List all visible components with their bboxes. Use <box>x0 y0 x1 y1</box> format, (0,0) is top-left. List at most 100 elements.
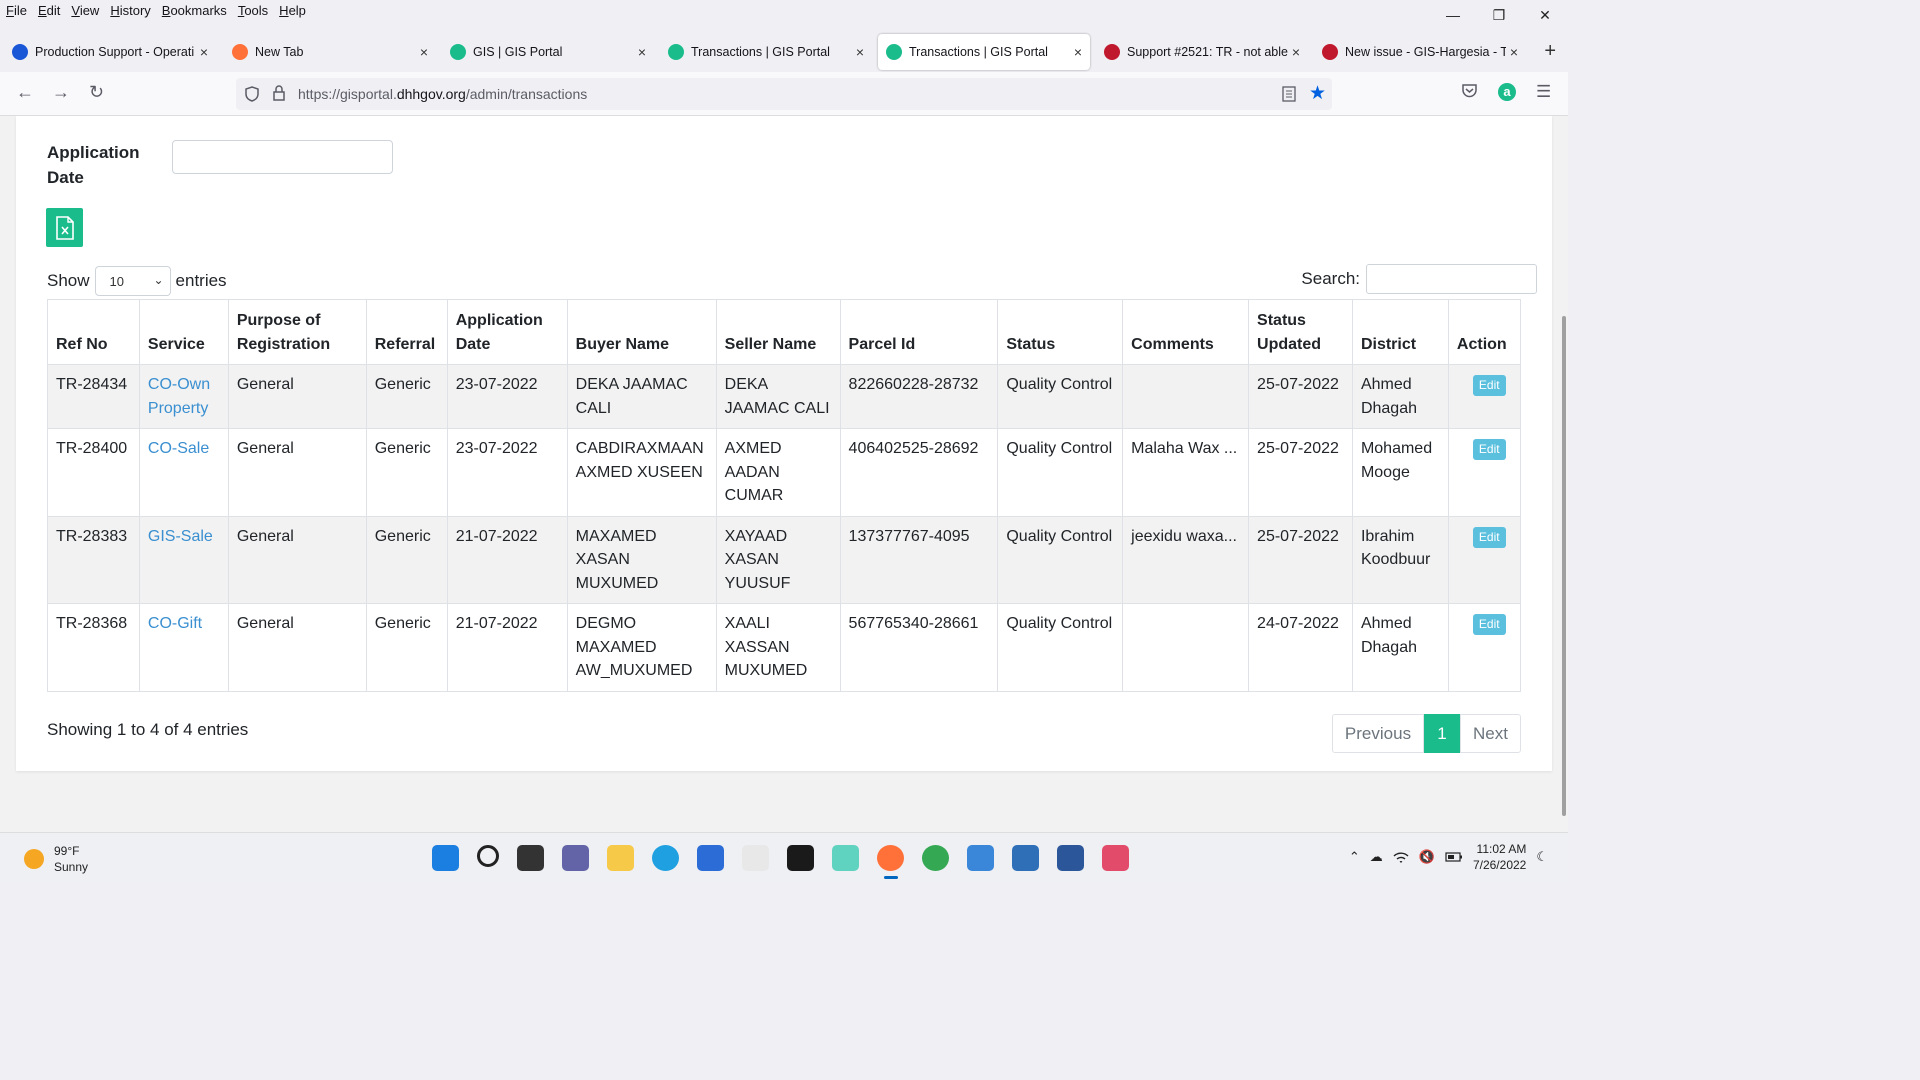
shield-icon[interactable] <box>244 86 260 102</box>
tab-close-icon[interactable]: × <box>856 44 864 60</box>
column-header[interactable]: Application Date <box>446 299 568 365</box>
battery-icon[interactable] <box>1445 852 1463 862</box>
menu-help[interactable]: Help <box>279 3 306 18</box>
notifications-moon-icon[interactable]: ☾ <box>1536 849 1548 865</box>
minimize-button[interactable]: — <box>1430 0 1476 30</box>
weather-widget[interactable]: 99°F Sunny <box>24 843 88 875</box>
photos-icon[interactable] <box>1012 845 1039 871</box>
edit-button[interactable]: Edit <box>1472 439 1506 460</box>
tab-close-icon[interactable]: × <box>200 44 208 60</box>
menu-bookmarks[interactable]: Bookmarks <box>162 3 227 18</box>
onedrive-cloud-icon[interactable]: ☁ <box>1370 849 1383 865</box>
hamburger-menu-icon[interactable]: ☰ <box>1536 82 1551 102</box>
menu-file[interactable]: File <box>6 3 27 18</box>
wifi-icon[interactable] <box>1393 851 1409 864</box>
teams-chat-icon[interactable] <box>562 845 589 871</box>
messaging-icon[interactable] <box>832 845 859 871</box>
cell-status: Quality Control <box>997 364 1124 429</box>
tab-2[interactable]: New Tab × <box>224 34 436 70</box>
edit-button[interactable]: Edit <box>1472 375 1506 396</box>
menu-edit[interactable]: Edit <box>38 3 60 18</box>
cell-referral: Generic <box>365 515 448 604</box>
reload-icon[interactable]: ↻ <box>89 82 104 103</box>
previous-page-button[interactable]: Previous <box>1332 714 1424 753</box>
column-header[interactable]: Status Updated <box>1248 299 1353 365</box>
tab-favicon-icon <box>1322 44 1338 60</box>
search-control: Search: <box>1301 264 1537 294</box>
firefox-icon[interactable] <box>877 845 904 879</box>
service-link[interactable]: CO-Own Property <box>148 376 210 417</box>
pocket-icon[interactable] <box>1461 82 1478 99</box>
page-scrollbar[interactable] <box>1560 116 1568 832</box>
tab-7[interactable]: New issue - GIS-Hargesia - Te × <box>1314 34 1526 70</box>
application-date-input[interactable] <box>172 140 393 174</box>
service-link[interactable]: CO-Gift <box>148 615 202 632</box>
tab-4[interactable]: Transactions | GIS Portal × <box>660 34 872 70</box>
column-header[interactable]: Comments <box>1122 299 1250 365</box>
column-header[interactable]: Status <box>997 299 1124 365</box>
next-page-button[interactable]: Next <box>1460 714 1521 753</box>
tab-5[interactable]: Transactions | GIS Portal × <box>878 34 1090 70</box>
entries-label: entries <box>175 271 227 290</box>
restore-button[interactable]: ❐ <box>1476 0 1522 30</box>
tab-close-icon[interactable]: × <box>1292 44 1300 60</box>
menu-view[interactable]: View <box>71 3 99 18</box>
file-explorer-icon[interactable] <box>607 845 634 871</box>
column-header[interactable]: Seller Name <box>715 299 841 365</box>
snipping-tool-icon[interactable] <box>1102 845 1129 871</box>
column-header[interactable]: Parcel Id <box>839 299 999 365</box>
column-header[interactable]: Action <box>1447 299 1522 365</box>
cell-comments <box>1122 603 1250 692</box>
tab-6[interactable]: Support #2521: TR - not able × <box>1096 34 1308 70</box>
edge-icon[interactable] <box>652 845 679 871</box>
account-avatar-icon[interactable]: a <box>1498 83 1516 101</box>
notepad-icon[interactable] <box>967 845 994 871</box>
column-header[interactable]: Referral <box>365 299 448 365</box>
entries-select[interactable]: 10 ⌄ <box>94 266 171 296</box>
service-link[interactable]: GIS-Sale <box>148 528 213 545</box>
edit-button[interactable]: Edit <box>1472 614 1506 635</box>
tab-close-icon[interactable]: × <box>1510 44 1518 60</box>
tab-close-icon[interactable]: × <box>420 44 428 60</box>
chrome-icon[interactable] <box>922 845 949 871</box>
cell-referral: Generic <box>365 364 448 429</box>
close-window-button[interactable]: ✕ <box>1522 0 1568 30</box>
speaker-muted-icon[interactable]: 🔇 <box>1419 849 1435 865</box>
scrollbar-thumb[interactable] <box>1562 316 1566 816</box>
tab-close-icon[interactable]: × <box>638 44 646 60</box>
page-1-button[interactable]: 1 <box>1424 714 1460 753</box>
cell-text: 23-07-2022 <box>455 440 538 457</box>
task-view-icon[interactable] <box>517 845 544 871</box>
lock-icon[interactable] <box>272 85 286 102</box>
edit-button[interactable]: Edit <box>1472 526 1506 548</box>
windows-start-icon[interactable] <box>432 845 459 871</box>
column-header[interactable]: District <box>1351 299 1449 365</box>
back-arrow-icon[interactable]: ← <box>16 82 34 103</box>
export-excel-button[interactable] <box>46 208 83 247</box>
tab-3[interactable]: GIS | GIS Portal × <box>442 34 654 70</box>
table-row: TR-28368 CO-Gift General Generic 21-07-2022 D… <box>47 603 1522 692</box>
search-icon[interactable] <box>477 845 499 867</box>
url-bar[interactable]: https://gisportal.dhhgov.org/admin/trans… <box>236 78 1332 110</box>
service-link[interactable]: CO-Sale <box>148 440 209 457</box>
amazon-icon[interactable] <box>742 845 769 871</box>
store-icon[interactable] <box>697 845 724 871</box>
forward-arrow-icon[interactable]: → <box>52 82 70 103</box>
menu-tools[interactable]: Tools <box>238 3 268 18</box>
search-input[interactable] <box>1366 264 1537 294</box>
column-header[interactable]: Service <box>138 299 229 365</box>
word-icon[interactable] <box>1057 845 1084 871</box>
column-header[interactable]: Buyer Name <box>566 299 717 365</box>
bookmark-star-icon[interactable]: ★ <box>1309 82 1326 105</box>
tab-1[interactable]: Production Support - Operati × <box>4 34 216 70</box>
menu-history[interactable]: History <box>110 3 150 18</box>
column-header[interactable]: Purpose of Registration <box>227 299 367 365</box>
new-tab-button[interactable]: + <box>1544 40 1556 63</box>
chevron-up-icon[interactable]: ⌃ <box>1349 849 1360 865</box>
cell-text: Quality Control <box>1006 615 1113 632</box>
tab-close-icon[interactable]: × <box>1074 44 1082 60</box>
column-header[interactable]: Ref No <box>47 299 140 365</box>
reader-view-icon[interactable] <box>1282 86 1296 102</box>
dropbox-icon[interactable] <box>787 845 814 871</box>
clock[interactable]: 11:02 AM 7/26/2022 <box>1473 841 1526 873</box>
